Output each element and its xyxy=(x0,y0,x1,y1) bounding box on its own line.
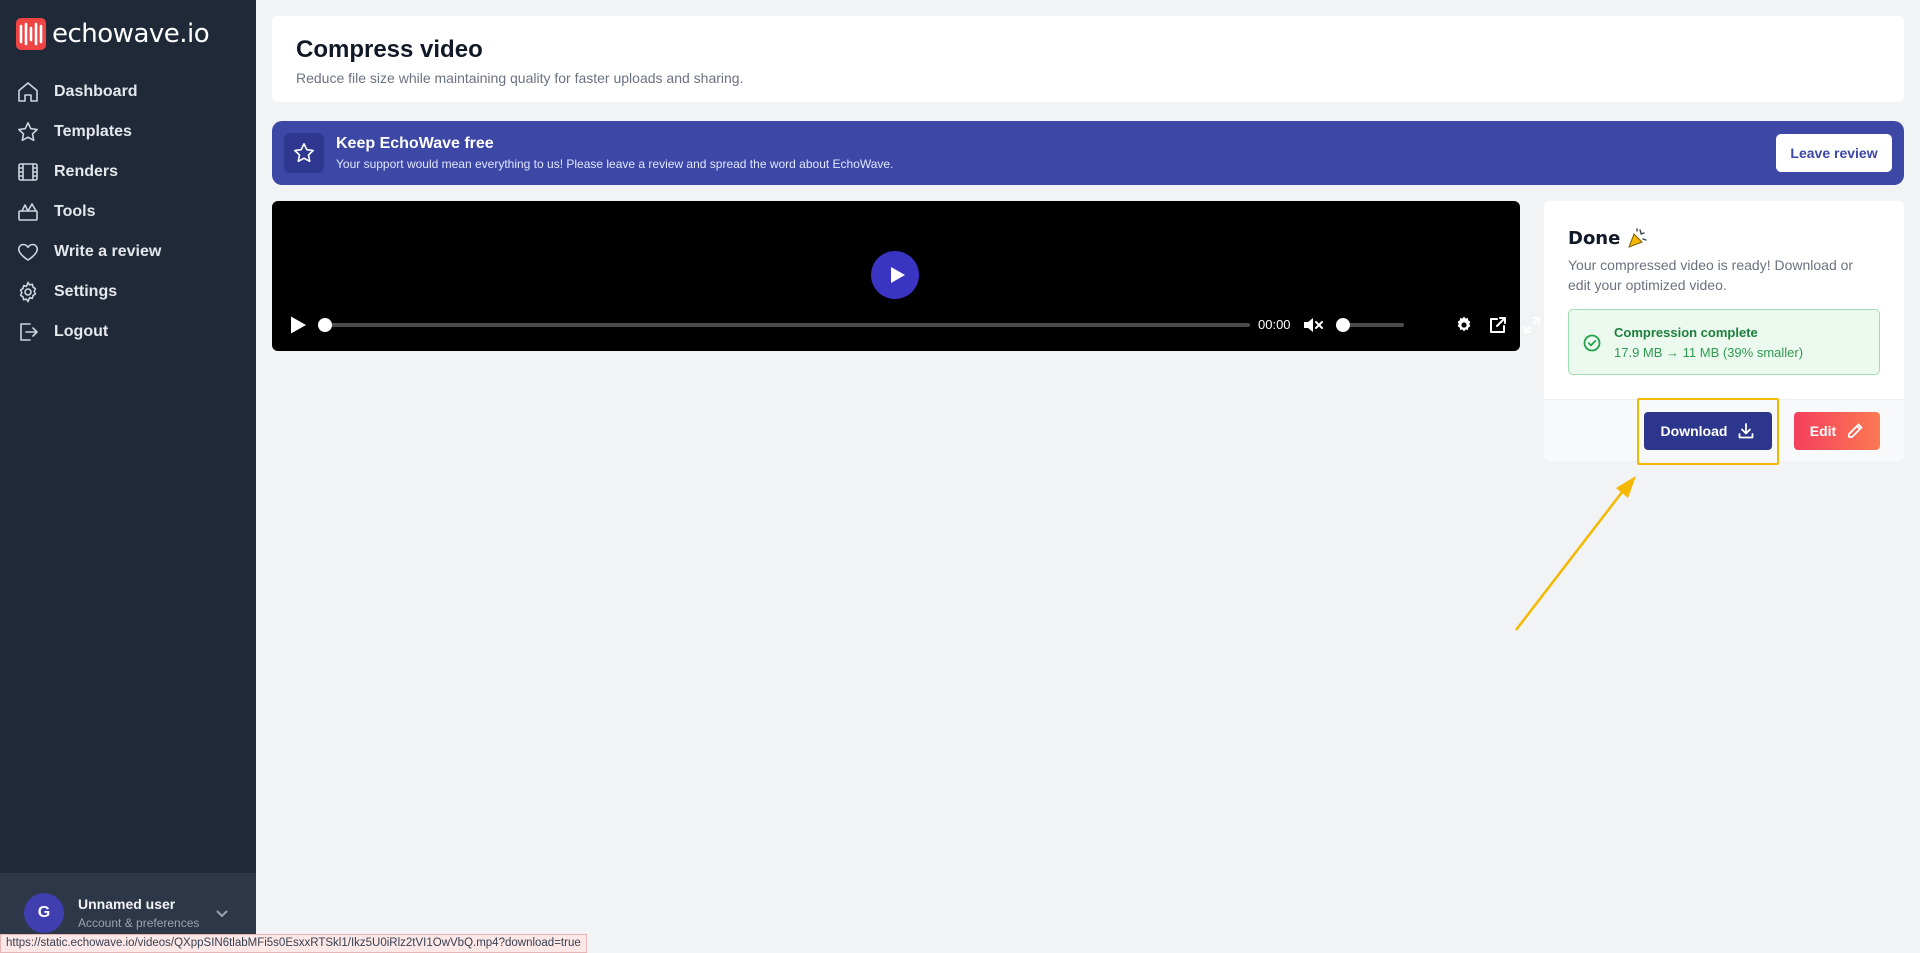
heart-icon xyxy=(17,243,39,261)
result-title-text: Done xyxy=(1568,227,1621,249)
leave-review-button[interactable]: Leave review xyxy=(1776,134,1892,172)
volume-handle[interactable] xyxy=(1336,318,1350,332)
banner-icon-box xyxy=(284,133,324,173)
gear-icon xyxy=(19,281,37,303)
result-actions: Download Edit xyxy=(1544,399,1904,461)
link-status-bar: https://static.echowave.io/videos/QXppSI… xyxy=(0,934,587,953)
download-label: Download xyxy=(1660,423,1728,439)
settings-gear-icon[interactable] xyxy=(1454,315,1474,335)
avatar: G xyxy=(24,893,64,933)
sidebar-item-write-a-review[interactable]: Write a review xyxy=(0,232,256,272)
logo[interactable]: echowave.io xyxy=(16,16,210,52)
star-icon xyxy=(294,143,314,163)
check-circle-icon xyxy=(1583,334,1601,352)
banner-text: Keep EchoWave free Your support would me… xyxy=(336,135,893,171)
sidebar-item-templates[interactable]: Templates xyxy=(0,112,256,152)
seek-handle[interactable] xyxy=(318,318,332,332)
sidebar-nav: Dashboard Templates Renders Tools Write … xyxy=(0,72,256,352)
tools-icon xyxy=(18,203,38,221)
edit-label: Edit xyxy=(1809,423,1837,439)
status-title: Compression complete xyxy=(1614,325,1758,340)
page-subtitle: Reduce file size while maintaining quali… xyxy=(296,70,744,86)
banner-title: Keep EchoWave free xyxy=(336,135,494,152)
result-panel: Done Your compressed video is ready! Dow… xyxy=(1544,201,1904,461)
sidebar: echowave.io Dashboard Templates Renders … xyxy=(0,0,256,953)
sidebar-item-label: Templates xyxy=(54,123,132,140)
result-title: Done xyxy=(1568,227,1648,249)
sidebar-item-logout[interactable]: Logout xyxy=(0,312,256,352)
user-info: Unnamed user Account & preferences xyxy=(78,896,199,930)
pencil-icon xyxy=(1848,423,1863,438)
sidebar-item-label: Dashboard xyxy=(54,83,138,100)
logo-text: echowave.io xyxy=(52,19,210,49)
time-display: 00:00 xyxy=(1258,317,1291,332)
sidebar-item-label: Settings xyxy=(54,283,118,300)
edit-button[interactable]: Edit xyxy=(1794,412,1880,450)
sidebar-item-settings[interactable]: Settings xyxy=(0,272,256,312)
mute-button[interactable] xyxy=(1302,315,1324,335)
video-player[interactable]: 00:00 xyxy=(272,201,1540,351)
play-button[interactable] xyxy=(288,315,308,335)
compression-status: Compression complete 17.9 MB → 11 MB (39… xyxy=(1568,309,1880,375)
star-icon xyxy=(18,122,38,142)
sidebar-item-tools[interactable]: Tools xyxy=(0,192,256,232)
user-subtitle: Account & preferences xyxy=(78,916,200,930)
user-name: Unnamed user xyxy=(78,896,176,912)
banner-description: Your support would mean everything to us… xyxy=(336,157,894,171)
play-overlay-button[interactable] xyxy=(871,251,919,299)
result-description: Your compressed video is ready! Download… xyxy=(1568,257,1854,293)
sidebar-item-label: Tools xyxy=(54,203,96,220)
sidebar-item-label: Logout xyxy=(54,323,109,340)
page-header: Compress video Reduce file size while ma… xyxy=(272,16,1904,102)
seek-bar[interactable] xyxy=(318,318,1250,332)
sidebar-item-label: Renders xyxy=(54,163,119,180)
sidebar-item-renders[interactable]: Renders xyxy=(0,152,256,192)
fullscreen-icon[interactable] xyxy=(1522,315,1542,335)
party-popper-icon xyxy=(1628,228,1648,248)
review-banner: Keep EchoWave free Your support would me… xyxy=(272,121,1904,185)
status-detail: 17.9 MB → 11 MB (39% smaller) xyxy=(1614,345,1804,360)
home-icon xyxy=(18,82,38,102)
film-icon xyxy=(18,163,38,181)
volume-slider[interactable] xyxy=(1336,318,1404,332)
sidebar-item-label: Write a review xyxy=(54,243,162,260)
popout-icon[interactable] xyxy=(1488,315,1508,335)
play-icon xyxy=(890,267,905,283)
page-title: Compress video xyxy=(296,36,483,63)
download-button[interactable]: Download xyxy=(1644,412,1772,450)
chevron-down-icon xyxy=(216,910,228,918)
logout-icon xyxy=(20,323,38,341)
sidebar-item-dashboard[interactable]: Dashboard xyxy=(0,72,256,112)
download-icon xyxy=(1739,423,1754,439)
echowave-logo-icon xyxy=(16,18,46,50)
